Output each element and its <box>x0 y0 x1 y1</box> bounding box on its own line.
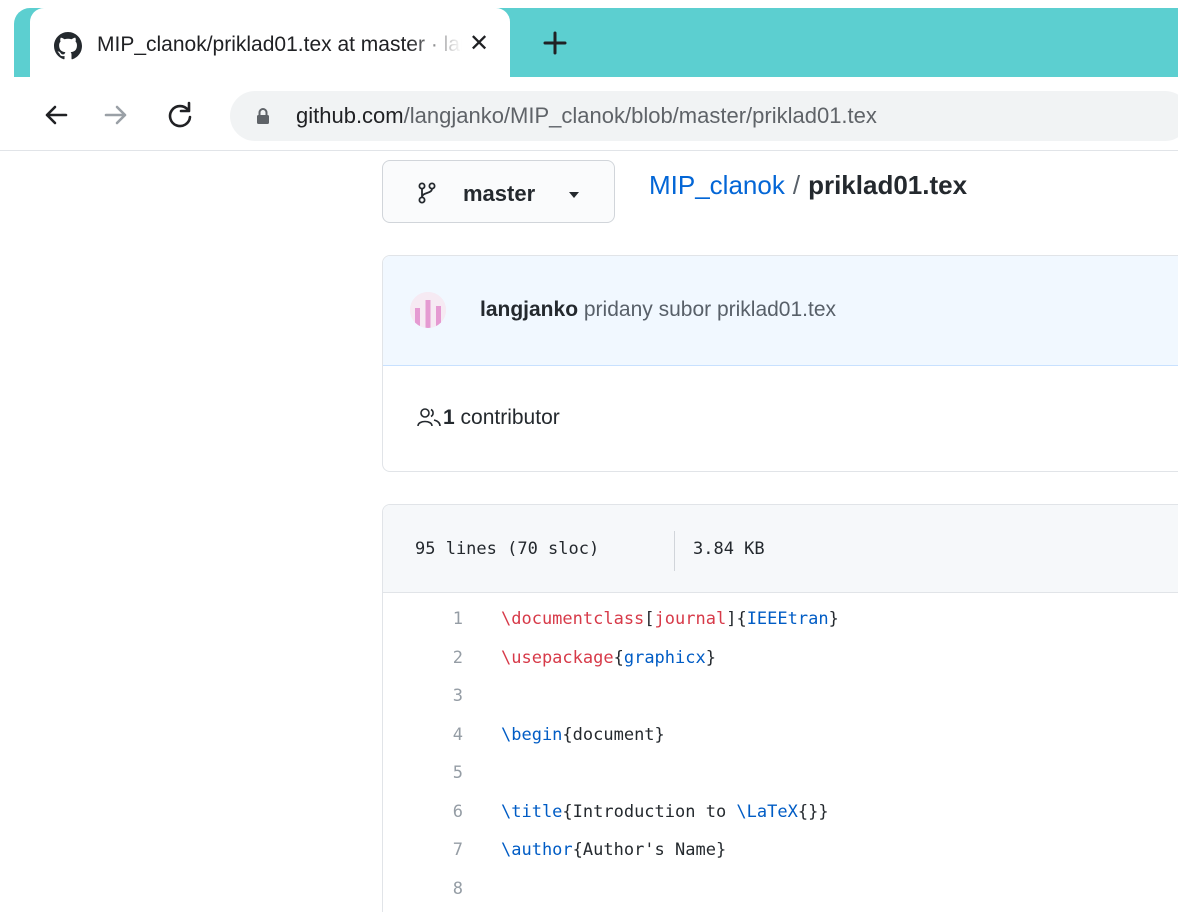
close-tab-icon[interactable]: ✕ <box>466 31 492 57</box>
code-token: [ <box>644 609 655 629</box>
people-icon <box>417 408 441 427</box>
line-source: \title{Introduction to \LaTeX{}} <box>501 802 829 822</box>
file-line-count: 95 lines (70 sloc) <box>415 539 600 559</box>
code-line: 2 \usepackage{graphicx} <box>383 640 1178 679</box>
breadcrumb-repo-link[interactable]: MIP_clanok <box>649 170 785 200</box>
new-tab-icon[interactable] <box>540 28 570 58</box>
avatar[interactable] <box>410 292 446 328</box>
contributors-count: 1 <box>443 406 455 429</box>
browser-tab-active[interactable]: MIP_clanok/priklad01.tex at master · lan… <box>30 8 510 78</box>
browser-tabstrip: MIP_clanok/priklad01.tex at master · lan… <box>0 0 1178 78</box>
code-token: } <box>828 609 839 629</box>
file-meta-divider <box>674 531 675 571</box>
line-source: \documentclass[journal]{IEEEtran} <box>501 609 839 629</box>
code-token: \documentclass <box>501 609 645 629</box>
breadcrumb: MIP_clanok / priklad01.tex <box>649 170 967 201</box>
browser-toolbar: github.com/langjanko/MIP_clanok/blob/mas… <box>0 77 1178 151</box>
commit-author-link[interactable]: langjanko <box>480 298 578 321</box>
file-size: 3.84 KB <box>693 539 765 559</box>
branch-select-button[interactable]: master <box>382 160 615 223</box>
code-token: } <box>705 647 716 668</box>
code-line: 1 \documentclass[journal]{IEEEtran} <box>383 601 1178 640</box>
code-token: \title <box>501 801 563 822</box>
code-token: {}} <box>797 801 829 822</box>
code-token: \LaTeX <box>736 801 798 822</box>
git-branch-icon <box>418 182 436 204</box>
url-text: github.com/langjanko/MIP_clanok/blob/mas… <box>296 103 877 129</box>
line-source: \begin{document} <box>501 725 665 745</box>
code-line: 6 \title{Introduction to \LaTeX{}} <box>383 794 1178 833</box>
branch-name: master <box>463 181 536 206</box>
code-token: journal <box>654 609 727 629</box>
code-token: \author <box>501 840 573 860</box>
chevron-down-icon <box>569 192 579 198</box>
line-number[interactable]: 7 <box>383 840 463 860</box>
code-listing: 1 \documentclass[journal]{IEEEtran} 2 \usep… <box>383 601 1178 909</box>
code-token: ]{ <box>726 609 747 629</box>
line-number[interactable]: 3 <box>383 686 463 706</box>
code-token: graphicx <box>623 647 706 668</box>
code-line: 5 <box>383 755 1178 794</box>
code-token: IEEEtran <box>746 609 829 629</box>
line-source: \author{Author's Name} <box>501 840 726 860</box>
code-line: 4 \begin{document} <box>383 717 1178 756</box>
code-line: 3 <box>383 678 1178 717</box>
breadcrumb-file-name: priklad01.tex <box>808 170 968 200</box>
code-line: 7 \author{Author's Name} <box>383 832 1178 871</box>
commit-info-box: langjanko pridany subor priklad01.tex 1 … <box>382 255 1178 472</box>
code-token: {document} <box>562 724 665 745</box>
code-token: \begin <box>501 724 563 745</box>
line-source: \usepackage{graphicx} <box>501 648 716 668</box>
code-token: {Introduction to <box>562 801 737 822</box>
line-number[interactable]: 2 <box>383 648 463 668</box>
back-arrow-icon[interactable] <box>40 99 72 131</box>
url-domain: github.com <box>296 103 404 128</box>
line-number[interactable]: 4 <box>383 725 463 745</box>
latest-commit-header: langjanko pridany subor priklad01.tex <box>383 256 1178 366</box>
code-line: 8 <box>383 871 1178 910</box>
reload-icon[interactable] <box>164 99 196 131</box>
lock-icon[interactable] <box>256 107 270 125</box>
tab-title: MIP_clanok/priklad01.tex at master · lan… <box>97 33 462 56</box>
contributors-link[interactable]: 1 contributor <box>417 406 560 430</box>
breadcrumb-separator: / <box>792 170 801 200</box>
code-token: {Author's Name} <box>572 840 727 860</box>
line-number[interactable]: 5 <box>383 763 463 783</box>
code-token: { <box>613 647 624 668</box>
contributors-label: contributor <box>460 406 560 429</box>
commit-summary: langjanko pridany subor priklad01.tex <box>480 298 836 322</box>
url-path: /langjanko/MIP_clanok/blob/master/prikla… <box>403 103 877 128</box>
file-viewer: 95 lines (70 sloc) 3.84 KB 1 \documentcla… <box>382 504 1178 912</box>
line-number[interactable]: 6 <box>383 802 463 822</box>
github-icon <box>54 32 82 60</box>
code-token: \usepackage <box>501 647 614 668</box>
forward-arrow-icon[interactable] <box>100 99 132 131</box>
line-number[interactable]: 1 <box>383 609 463 629</box>
file-header: 95 lines (70 sloc) 3.84 KB <box>383 505 1178 593</box>
address-bar[interactable]: github.com/langjanko/MIP_clanok/blob/mas… <box>230 91 1178 141</box>
line-number[interactable]: 8 <box>383 879 463 899</box>
commit-message-link[interactable]: pridany subor priklad01.tex <box>584 298 836 321</box>
